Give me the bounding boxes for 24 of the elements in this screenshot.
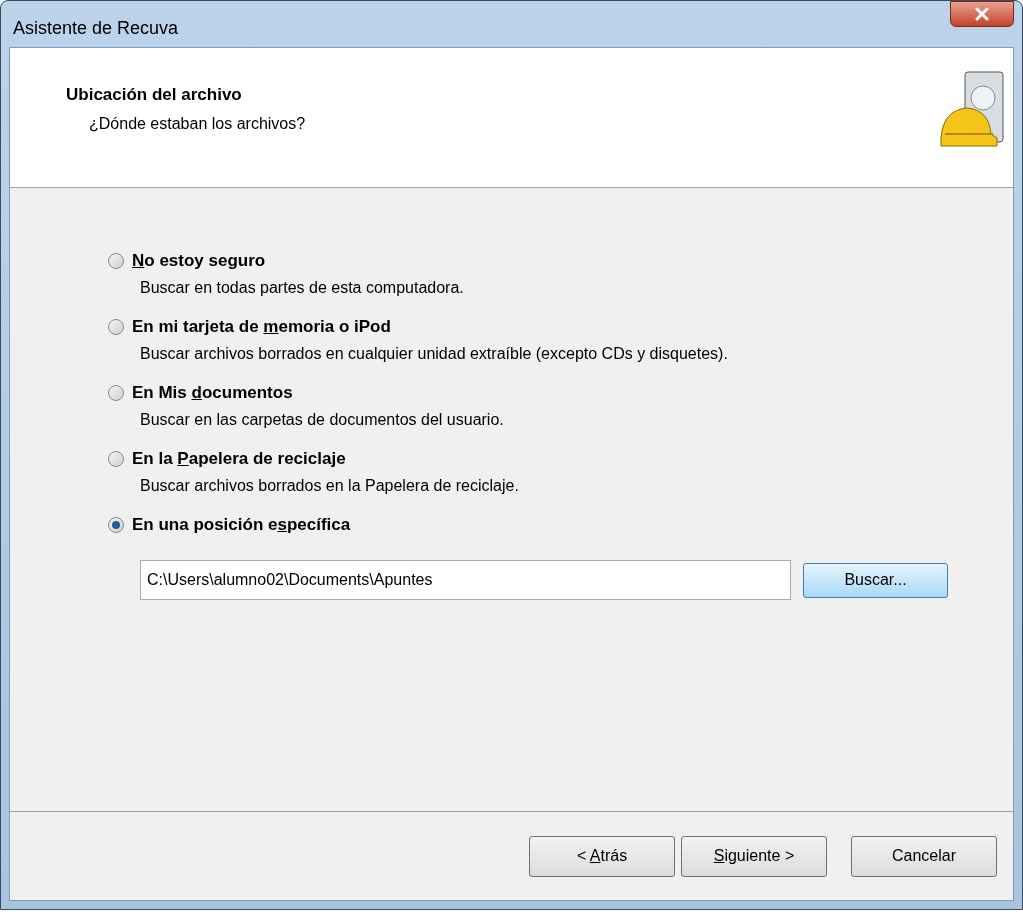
option-description: Buscar archivos borrados en cualquier unidad extraíble (excepto CDs y disquetes). [139,344,729,364]
option-label[interactable]: En una posición específica [132,512,351,538]
option-description: Buscar en las carpetas de documentos del usuario. [139,410,505,430]
window-title: Asistente de Recuva [12,16,179,40]
option-description: Buscar en todas partes de esta computadora. [139,278,465,298]
radio-button[interactable] [108,385,124,401]
option-description: Buscar archivos borrados en la Papelera de reciclaje. [139,476,520,496]
header-subtitle: ¿Dónde estaban los archivos? [88,113,306,134]
back-button[interactable]: < Atrás [529,835,675,877]
cancel-button[interactable]: Cancelar [851,835,997,877]
radio-button[interactable] [108,253,124,269]
option-label[interactable]: En Mis documentos [132,380,293,406]
option-label[interactable]: No estoy seguro [132,248,266,274]
header-title: Ubicación del archivo [66,84,243,106]
close-button[interactable] [950,1,1014,27]
option-label[interactable]: En mi tarjeta de memoria o iPod [132,314,391,340]
radio-button[interactable] [108,319,124,335]
option-label[interactable]: En la Papelera de reciclaje [132,446,346,472]
next-button[interactable]: Siguiente > [681,835,827,877]
path-field[interactable]: C:\Users\alumno02\Documents\Apuntes [140,560,791,600]
close-icon [974,7,990,21]
radio-button[interactable] [108,517,124,533]
browse-button[interactable]: Buscar... [803,562,948,598]
radio-button[interactable] [108,451,124,467]
